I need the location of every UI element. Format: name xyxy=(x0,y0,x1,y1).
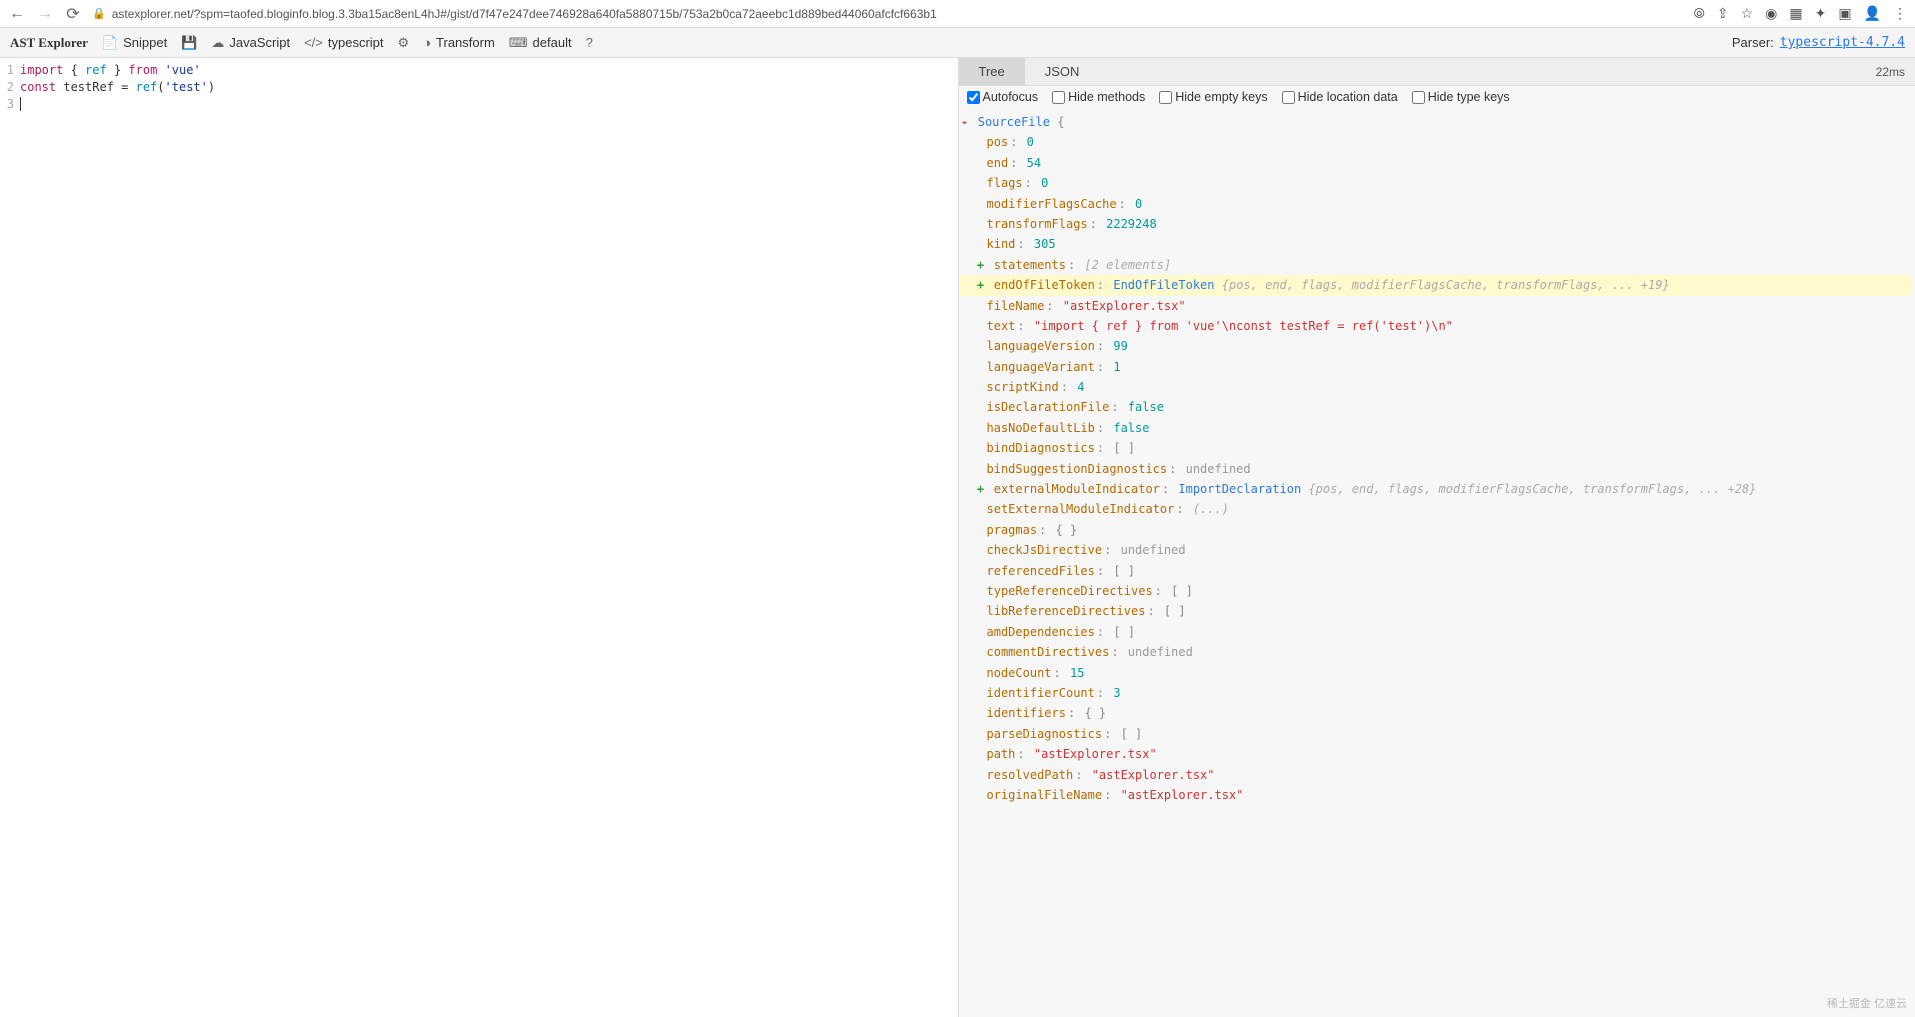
editor-line: 1import { ref } from 'vue' xyxy=(0,62,958,79)
keyboard-icon: ⌨ xyxy=(509,35,528,51)
parse-timing: 22ms xyxy=(1876,65,1915,79)
tree-property[interactable]: bindSuggestionDiagnostics: undefined xyxy=(959,459,1915,479)
tree-property[interactable]: isDeclarationFile: false xyxy=(959,397,1915,417)
tree-property[interactable]: fileName: "astExplorer.tsx" xyxy=(959,296,1915,316)
tree-property[interactable]: + externalModuleIndicator: ImportDeclara… xyxy=(959,479,1915,499)
expand-icon[interactable]: + xyxy=(975,275,987,295)
parser-label: Parser: xyxy=(1732,35,1774,50)
code-icon: </> xyxy=(304,35,323,50)
profile-icon[interactable]: 👤 xyxy=(1864,5,1881,22)
tree-property[interactable]: transformFlags: 2229248 xyxy=(959,214,1915,234)
tree-property[interactable]: kind: 305 xyxy=(959,234,1915,254)
menu-icon[interactable]: ⋮ xyxy=(1893,5,1907,22)
bookmark-icon[interactable]: ☆ xyxy=(1741,5,1754,22)
url-text: astexplorer.net/?spm=taofed.bloginfo.blo… xyxy=(112,7,937,21)
code-text: const testRef = ref('test') xyxy=(20,79,215,96)
tree-property[interactable]: originalFileName: "astExplorer.tsx" xyxy=(959,785,1915,805)
app-logo: AST Explorer xyxy=(10,35,88,51)
tree-property[interactable]: identifiers: { } xyxy=(959,703,1915,723)
transform-menu[interactable]: ◑Transform xyxy=(423,35,495,50)
tree-property[interactable]: text: "import { ref } from 'vue'\nconst … xyxy=(959,316,1915,336)
tree-property[interactable]: + endOfFileToken: EndOfFileToken {pos, e… xyxy=(959,275,1912,295)
tab-tree[interactable]: Tree xyxy=(959,58,1025,85)
opt-hide-type-keys[interactable]: Hide type keys xyxy=(1412,90,1510,104)
cloud-icon: ☁ xyxy=(211,35,224,51)
tree-property[interactable]: languageVersion: 99 xyxy=(959,336,1915,356)
back-button[interactable]: ← xyxy=(8,5,26,23)
code-editor[interactable]: 1import { ref } from 'vue'2const testRef… xyxy=(0,58,958,1017)
language-menu[interactable]: ☁JavaScript xyxy=(211,35,290,51)
watermark: 稀土掘金 亿速云 xyxy=(1827,995,1907,1011)
extension-icons: ⦾ ⇪ ☆ ◉ ▦ ✦ ▣ 👤 ⋮ xyxy=(1694,5,1907,22)
opt-autofocus[interactable]: Autofocus xyxy=(967,90,1039,104)
toggle-icon: ◑ xyxy=(423,35,431,50)
output-panel: Tree JSON 22ms Autofocus Hide methods Hi… xyxy=(958,58,1915,1017)
tree-property[interactable]: languageVariant: 1 xyxy=(959,357,1915,377)
node-type: SourceFile xyxy=(978,115,1050,129)
forward-button[interactable]: → xyxy=(36,5,54,23)
parser-version-link[interactable]: typescript-4.7.4 xyxy=(1780,35,1905,50)
gear-icon[interactable]: ⚙ xyxy=(398,35,410,51)
tree-options: Autofocus Hide methods Hide empty keys H… xyxy=(959,86,1915,108)
tree-property[interactable]: bindDiagnostics: [ ] xyxy=(959,438,1915,458)
tree-property[interactable]: pos: 0 xyxy=(959,132,1915,152)
snippet-icon: 📄 xyxy=(102,35,118,51)
tree-root[interactable]: - SourceFile { xyxy=(959,112,1915,132)
tree-property[interactable]: typeReferenceDirectives: [ ] xyxy=(959,581,1915,601)
line-number: 1 xyxy=(0,62,20,79)
url-bar[interactable]: 🔒 astexplorer.net/?spm=taofed.bloginfo.b… xyxy=(92,7,1684,21)
tree-property[interactable]: flags: 0 xyxy=(959,173,1915,193)
opt-hide-methods[interactable]: Hide methods xyxy=(1052,90,1145,104)
code-text: import { ref } from 'vue' xyxy=(20,62,201,79)
tree-property[interactable]: setExternalModuleIndicator: (...) xyxy=(959,499,1915,519)
opt-hide-location[interactable]: Hide location data xyxy=(1282,90,1398,104)
lock-icon: 🔒 xyxy=(92,7,106,20)
help-icon[interactable]: ? xyxy=(586,35,593,50)
tree-property[interactable]: pragmas: { } xyxy=(959,520,1915,540)
code-text xyxy=(20,96,21,113)
editor-line: 3 xyxy=(0,96,958,113)
tree-property[interactable]: + statements: [2 elements] xyxy=(959,255,1915,275)
reload-button[interactable]: ⟳ xyxy=(64,4,82,24)
tree-property[interactable]: path: "astExplorer.tsx" xyxy=(959,744,1915,764)
opt-hide-empty-keys[interactable]: Hide empty keys xyxy=(1159,90,1267,104)
tree-property[interactable]: libReferenceDirectives: [ ] xyxy=(959,601,1915,621)
main-split: 1import { ref } from 'vue'2const testRef… xyxy=(0,58,1915,1017)
default-menu[interactable]: ⌨default xyxy=(509,35,572,51)
collapse-icon[interactable]: - xyxy=(959,112,971,132)
output-tabs: Tree JSON 22ms xyxy=(959,58,1915,86)
tree-property[interactable]: referencedFiles: [ ] xyxy=(959,561,1915,581)
share-icon[interactable]: ⇪ xyxy=(1717,5,1729,22)
browser-chrome: ← → ⟳ 🔒 astexplorer.net/?spm=taofed.blog… xyxy=(0,0,1915,28)
tree-property[interactable]: parseDiagnostics: [ ] xyxy=(959,724,1915,744)
snippet-menu[interactable]: 📄Snippet xyxy=(102,35,167,51)
translate-icon[interactable]: ⦾ xyxy=(1694,5,1705,22)
ext2-icon[interactable]: ▦ xyxy=(1789,5,1802,22)
tab-json[interactable]: JSON xyxy=(1025,58,1100,85)
ast-tree[interactable]: - SourceFile {pos: 0end: 54flags: 0modif… xyxy=(959,108,1915,1017)
app-toolbar: AST Explorer 📄Snippet 💾 ☁JavaScript </>t… xyxy=(0,28,1915,58)
panel-icon[interactable]: ▣ xyxy=(1838,5,1851,22)
tree-property[interactable]: nodeCount: 15 xyxy=(959,663,1915,683)
ext1-icon[interactable]: ◉ xyxy=(1765,5,1777,22)
tree-property[interactable]: identifierCount: 3 xyxy=(959,683,1915,703)
tree-property[interactable]: commentDirectives: undefined xyxy=(959,642,1915,662)
extensions-icon[interactable]: ✦ xyxy=(1815,5,1827,22)
tree-property[interactable]: end: 54 xyxy=(959,153,1915,173)
line-number: 3 xyxy=(0,96,20,113)
tree-property[interactable]: scriptKind: 4 xyxy=(959,377,1915,397)
tree-property[interactable]: resolvedPath: "astExplorer.tsx" xyxy=(959,765,1915,785)
parser-menu[interactable]: </>typescript xyxy=(304,35,383,50)
tree-property[interactable]: hasNoDefaultLib: false xyxy=(959,418,1915,438)
editor-line: 2const testRef = ref('test') xyxy=(0,79,958,96)
tree-property[interactable]: modifierFlagsCache: 0 xyxy=(959,194,1915,214)
save-icon[interactable]: 💾 xyxy=(181,35,197,51)
tree-property[interactable]: amdDependencies: [ ] xyxy=(959,622,1915,642)
line-number: 2 xyxy=(0,79,20,96)
expand-icon[interactable]: + xyxy=(975,479,987,499)
expand-icon[interactable]: + xyxy=(975,255,987,275)
tree-property[interactable]: checkJsDirective: undefined xyxy=(959,540,1915,560)
